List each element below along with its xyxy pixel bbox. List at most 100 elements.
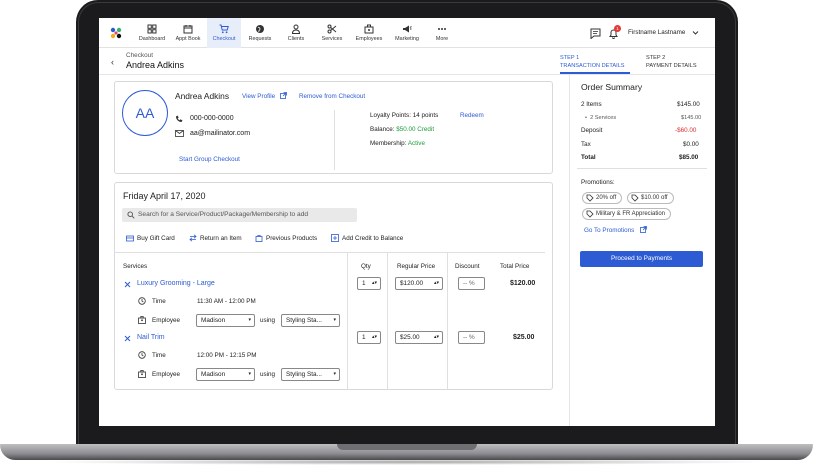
remove-service-icon[interactable]: [124, 281, 131, 288]
service-total: $25.00: [513, 334, 535, 341]
column-header-regular-price: Regular Price: [397, 263, 436, 270]
user-name[interactable]: Firstname Lastname: [628, 29, 685, 36]
email-icon: [175, 130, 184, 137]
discount-value: -- %: [463, 280, 475, 287]
nav-label: More: [435, 36, 449, 42]
go-to-promotions-link[interactable]: Go To Promotions: [584, 227, 634, 234]
search-input[interactable]: Search for a Service/Product/Package/Mem…: [122, 208, 357, 222]
external-link-icon[interactable]: [280, 92, 287, 99]
price-value: $120.00: [400, 280, 424, 287]
step-1-name: TRANSACTION DETAILS: [560, 63, 625, 69]
search-icon: [127, 211, 135, 219]
qty-value: 1: [362, 334, 366, 341]
price-value: $25.00: [400, 334, 420, 341]
add-credit-button[interactable]: Add Credit to Balance: [342, 235, 403, 242]
back-arrow-icon[interactable]: ‹: [111, 57, 114, 67]
employee-select[interactable]: Madison ▾: [196, 314, 255, 327]
summary-services-value: $145.00: [681, 115, 702, 121]
external-link-icon[interactable]: [640, 226, 647, 233]
column-header-services: Services: [123, 263, 148, 270]
nav-label: Clients: [287, 36, 305, 42]
step-2-label: STEP 2: [646, 55, 666, 61]
proceed-to-payments-button[interactable]: Proceed to Payments: [580, 251, 703, 267]
divider: [577, 168, 707, 169]
chevron-down-icon[interactable]: [692, 30, 699, 36]
membership-value: Active: [407, 140, 425, 147]
step-2[interactable]: STEP 2 PAYMENT DETAILS: [646, 54, 697, 70]
discount-select[interactable]: -- %: [458, 277, 485, 290]
service-name[interactable]: Luxury Grooming - Large: [137, 280, 215, 287]
qty-select[interactable]: 1 ▴▾: [357, 277, 381, 290]
nav-checkout[interactable]: Checkout: [207, 18, 241, 48]
nav-services[interactable]: Services: [315, 18, 349, 48]
clock-icon: [138, 297, 146, 305]
buy-gift-card-button[interactable]: Buy Gift Card: [137, 235, 175, 242]
promo-label: 20% off: [596, 195, 617, 201]
clock-icon: [138, 351, 146, 359]
nav-requests[interactable]: Requests: [243, 18, 277, 48]
notification-badge: 1: [614, 25, 621, 32]
client-phone: 000-000-0000: [190, 115, 234, 122]
chevron-down-icon: ▾: [248, 317, 251, 323]
phone-icon: [176, 115, 183, 122]
station-select[interactable]: Styling Sta... ▾: [281, 368, 340, 381]
service-total: $120.00: [510, 280, 536, 287]
summary-services-label: • 2 Services: [585, 115, 617, 121]
promo-chip[interactable]: 20% off: [582, 192, 623, 204]
column-header-discount: Discount: [455, 263, 480, 270]
summary-deposit-label: Deposit: [581, 127, 603, 134]
service-name[interactable]: Nail Trim: [137, 334, 165, 341]
more-icon: [438, 28, 446, 30]
nav-marketing[interactable]: Marketing: [389, 18, 425, 48]
updown-icon: ▴▾: [433, 334, 439, 340]
nav-dashboard[interactable]: Dashboard: [135, 18, 169, 48]
remove-from-checkout-link[interactable]: Remove from Checkout: [299, 93, 365, 100]
step-1[interactable]: STEP 1 TRANSACTION DETAILS: [560, 54, 625, 70]
nav-appt-book[interactable]: Appt Book: [171, 18, 205, 48]
view-profile-link[interactable]: View Profile: [242, 93, 275, 100]
service-time: 12:00 PM - 12:15 PM: [197, 352, 257, 359]
return-item-button[interactable]: Return an Item: [200, 235, 242, 242]
qty-value: 1: [362, 280, 366, 287]
station-select[interactable]: Styling Sta... ▾: [281, 314, 340, 327]
summary-tax-label: Tax: [581, 141, 591, 148]
price-select[interactable]: $25.00 ▴▾: [395, 331, 443, 344]
summary-items-value: $145.00: [677, 101, 700, 108]
client-name: Andrea Adkins: [175, 91, 230, 101]
time-label: Time: [152, 352, 166, 359]
start-group-checkout-link[interactable]: Start Group Checkout: [179, 156, 240, 163]
membership-label: Membership:: [370, 140, 407, 147]
divider: [334, 110, 335, 170]
order-summary-title: Order Summary: [581, 82, 643, 92]
column-divider: [347, 252, 348, 389]
membership-row: Membership: Active: [370, 140, 425, 147]
station-value: Styling Sta...: [286, 371, 322, 378]
nav-clients[interactable]: Clients: [279, 18, 313, 48]
credit-icon: [331, 234, 339, 242]
summary-items-label: 2 Items: [581, 101, 602, 108]
redeem-link[interactable]: Redeem: [460, 112, 484, 119]
using-label: using: [260, 317, 276, 324]
summary-deposit-value: -$60.00: [675, 127, 697, 134]
employee-select[interactable]: Madison ▾: [196, 368, 255, 381]
remove-service-icon[interactable]: [124, 335, 131, 342]
chevron-down-icon: ▾: [248, 371, 251, 377]
previous-products-button[interactable]: Previous Products: [266, 235, 317, 242]
nav-employees[interactable]: Employees: [351, 18, 387, 48]
price-select[interactable]: $120.00 ▴▾: [395, 277, 443, 290]
station-value: Styling Sta...: [286, 317, 322, 324]
chevron-down-icon: ▾: [333, 371, 336, 377]
discount-select[interactable]: -- %: [458, 331, 485, 344]
promotions-label: Promotions:: [581, 179, 615, 186]
scissors-icon: [327, 24, 337, 34]
qty-select[interactable]: 1 ▴▾: [357, 331, 381, 344]
top-nav: Dashboard Appt Book Checkout Requests Cl…: [99, 18, 715, 48]
return-icon: [189, 234, 197, 242]
discount-value: -- %: [463, 334, 475, 341]
breadcrumb[interactable]: Checkout: [126, 52, 153, 59]
promo-chip[interactable]: Military & FR Appreciation: [582, 208, 672, 220]
nav-more[interactable]: More: [425, 18, 459, 48]
chat-icon[interactable]: [590, 28, 601, 39]
tag-icon: [586, 210, 594, 218]
promo-chip[interactable]: $10.00 off: [627, 192, 674, 204]
